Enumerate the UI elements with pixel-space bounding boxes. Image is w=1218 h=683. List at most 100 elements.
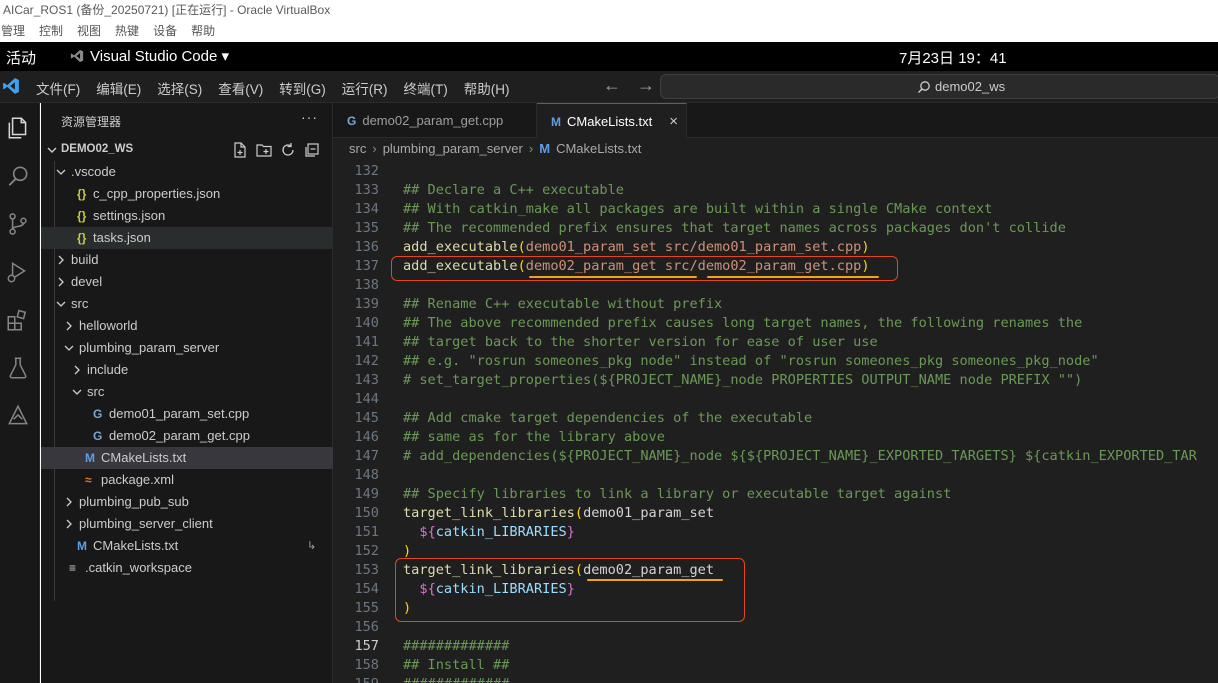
vb-menu-help[interactable]: 帮助 bbox=[190, 20, 215, 42]
explorer-icon[interactable] bbox=[5, 115, 31, 141]
line-number: 157 bbox=[354, 638, 379, 654]
annotation-underline bbox=[529, 276, 697, 278]
virtualbox-title: AICar_ROS1 (备份_20250721) [正在运行] - Oracle… bbox=[0, 0, 1218, 20]
tree-item[interactable]: {} tasks.json bbox=[41, 227, 333, 249]
collapse-all-icon[interactable] bbox=[303, 141, 321, 159]
cpp-file-icon: G bbox=[347, 114, 357, 128]
extensions-icon[interactable] bbox=[5, 307, 31, 333]
line-number: 150 bbox=[354, 505, 379, 521]
testing-flask-icon[interactable] bbox=[5, 355, 31, 381]
activity-bar bbox=[0, 103, 40, 683]
menu-edit[interactable]: 编辑(E) bbox=[96, 78, 141, 98]
run-debug-icon[interactable] bbox=[5, 259, 31, 285]
breadcrumb-item[interactable]: src bbox=[349, 141, 366, 156]
tree-item[interactable]: ≡ .catkin_workspace bbox=[41, 557, 333, 579]
tree-item[interactable]: devel bbox=[41, 271, 333, 293]
tree-item[interactable]: {} settings.json bbox=[41, 205, 333, 227]
tree-item[interactable]: src bbox=[41, 381, 333, 403]
tree-item-label: devel bbox=[71, 274, 103, 289]
command-center[interactable]: demo02_ws bbox=[660, 74, 1218, 99]
code-line: ############# bbox=[403, 638, 510, 654]
tree-item[interactable]: M CMakeLists.txt bbox=[41, 447, 333, 469]
code-line: # add_dependencies(${PROJECT_NAME}_node … bbox=[403, 448, 1197, 464]
annotation-box bbox=[395, 558, 745, 622]
tree-item-label: .vscode bbox=[71, 164, 116, 179]
app-menu[interactable]: Visual Studio Code ▾ bbox=[70, 47, 229, 65]
vb-menu-control[interactable]: 控制 bbox=[38, 20, 63, 42]
vscode-titlebar: 文件(F) 编辑(E) 选择(S) 查看(V) 转到(G) 运行(R) 终端(T… bbox=[0, 71, 1218, 103]
line-number: 139 bbox=[354, 296, 379, 312]
line-number: 140 bbox=[354, 315, 379, 331]
menu-go[interactable]: 转到(G) bbox=[279, 78, 326, 98]
code-line: ## Install ## bbox=[403, 657, 510, 673]
workspace-actions bbox=[231, 141, 321, 159]
tree-item-label: build bbox=[71, 252, 99, 267]
menu-terminal[interactable]: 终端(T) bbox=[404, 78, 448, 98]
menu-selection[interactable]: 选择(S) bbox=[157, 78, 202, 98]
cmake-file-icon: M bbox=[551, 115, 561, 129]
code-line: ## The recommended prefix ensures that t… bbox=[403, 220, 1066, 236]
tab-demo02-param-get[interactable]: Gdemo02_param_get.cpp bbox=[333, 103, 537, 138]
new-file-icon[interactable] bbox=[231, 141, 249, 159]
tree-item-label: helloworld bbox=[79, 318, 138, 333]
tree-item-label: settings.json bbox=[93, 208, 166, 223]
more-actions-icon[interactable]: ··· bbox=[301, 109, 318, 125]
tree-item[interactable]: ≈ package.xml bbox=[41, 469, 333, 491]
tree-item[interactable]: plumbing_server_client bbox=[41, 513, 333, 535]
tree-item[interactable]: {} c_cpp_properties.json bbox=[41, 183, 333, 205]
tree-item[interactable]: plumbing_pub_sub bbox=[41, 491, 333, 513]
tree-item[interactable]: Gdemo01_param_set.cpp bbox=[41, 403, 333, 425]
forward-arrow-icon[interactable]: → bbox=[637, 75, 655, 96]
menu-help[interactable]: 帮助(H) bbox=[464, 78, 510, 98]
clock[interactable]: 7月23日 19：41 bbox=[899, 47, 1007, 68]
line-number: 153 bbox=[354, 562, 379, 578]
tree-item[interactable]: src bbox=[41, 293, 333, 315]
chevron-right-icon bbox=[66, 519, 72, 529]
vb-menu-view[interactable]: 视图 bbox=[76, 20, 101, 42]
tree-item[interactable]: helloworld bbox=[41, 315, 333, 337]
json-file-icon: {} bbox=[77, 187, 87, 201]
close-icon[interactable]: × bbox=[669, 104, 678, 139]
menu-run[interactable]: 运行(R) bbox=[342, 78, 388, 98]
menu-view[interactable]: 查看(V) bbox=[218, 78, 263, 98]
breadcrumb-item[interactable]: plumbing_param_server bbox=[383, 141, 523, 156]
source-control-icon[interactable] bbox=[5, 211, 31, 237]
line-number: 133 bbox=[354, 182, 379, 198]
back-arrow-icon[interactable]: ← bbox=[603, 75, 621, 96]
code-line: ## Specify libraries to link a library o… bbox=[403, 486, 952, 502]
line-number: 141 bbox=[354, 334, 379, 350]
tree-item[interactable]: build bbox=[41, 249, 333, 271]
tab-cmakelists[interactable]: M CMakeLists.txt × bbox=[537, 103, 687, 138]
tree-item-label: CMakeLists.txt bbox=[93, 538, 179, 553]
tree-item[interactable]: Gdemo02_param_get.cpp bbox=[41, 425, 333, 447]
search-activity-icon[interactable] bbox=[5, 163, 31, 189]
code-line: ## Rename C++ executable without prefix bbox=[403, 296, 723, 312]
tree-item[interactable]: .vscode bbox=[41, 161, 333, 183]
refresh-icon[interactable] bbox=[279, 141, 297, 159]
ros-extension-icon[interactable] bbox=[5, 403, 31, 429]
chevron-right-icon: › bbox=[372, 141, 377, 156]
app-menu-label: Visual Studio Code ▾ bbox=[90, 48, 230, 65]
annotation-underline bbox=[587, 579, 723, 581]
menu-file[interactable]: 文件(F) bbox=[36, 78, 80, 98]
tree-item[interactable]: include bbox=[41, 359, 333, 381]
code-editor[interactable]: 132 133 134 135 136 137 138 139 140 141 142 143 144 1… bbox=[333, 160, 1218, 683]
line-number: 142 bbox=[354, 353, 379, 369]
new-folder-icon[interactable] bbox=[255, 141, 273, 159]
tree-item[interactable]: M CMakeLists.txt ↳ bbox=[41, 535, 333, 557]
line-number: 147 bbox=[354, 448, 379, 464]
line-number: 151 bbox=[354, 524, 379, 540]
activities-button[interactable]: 活动 bbox=[6, 47, 36, 68]
vscode-app-icon bbox=[70, 49, 84, 63]
line-number: 135 bbox=[354, 220, 379, 236]
tree-item-label: include bbox=[87, 362, 129, 377]
vb-menu-manage[interactable]: 管理 bbox=[0, 20, 25, 42]
tree-item[interactable]: plumbing_param_server bbox=[41, 337, 333, 359]
vb-menu-devices[interactable]: 设备 bbox=[152, 20, 177, 42]
vb-menu-hotkey[interactable]: 热键 bbox=[114, 20, 139, 42]
cpp-file-icon: G bbox=[93, 407, 103, 421]
breadcrumb-item[interactable]: CMakeLists.txt bbox=[556, 141, 641, 156]
code-line: ## Declare a C++ executable bbox=[403, 182, 624, 198]
tree-item-label: src bbox=[87, 384, 105, 399]
workspace-header[interactable]: DEMO02_WS bbox=[41, 139, 333, 161]
